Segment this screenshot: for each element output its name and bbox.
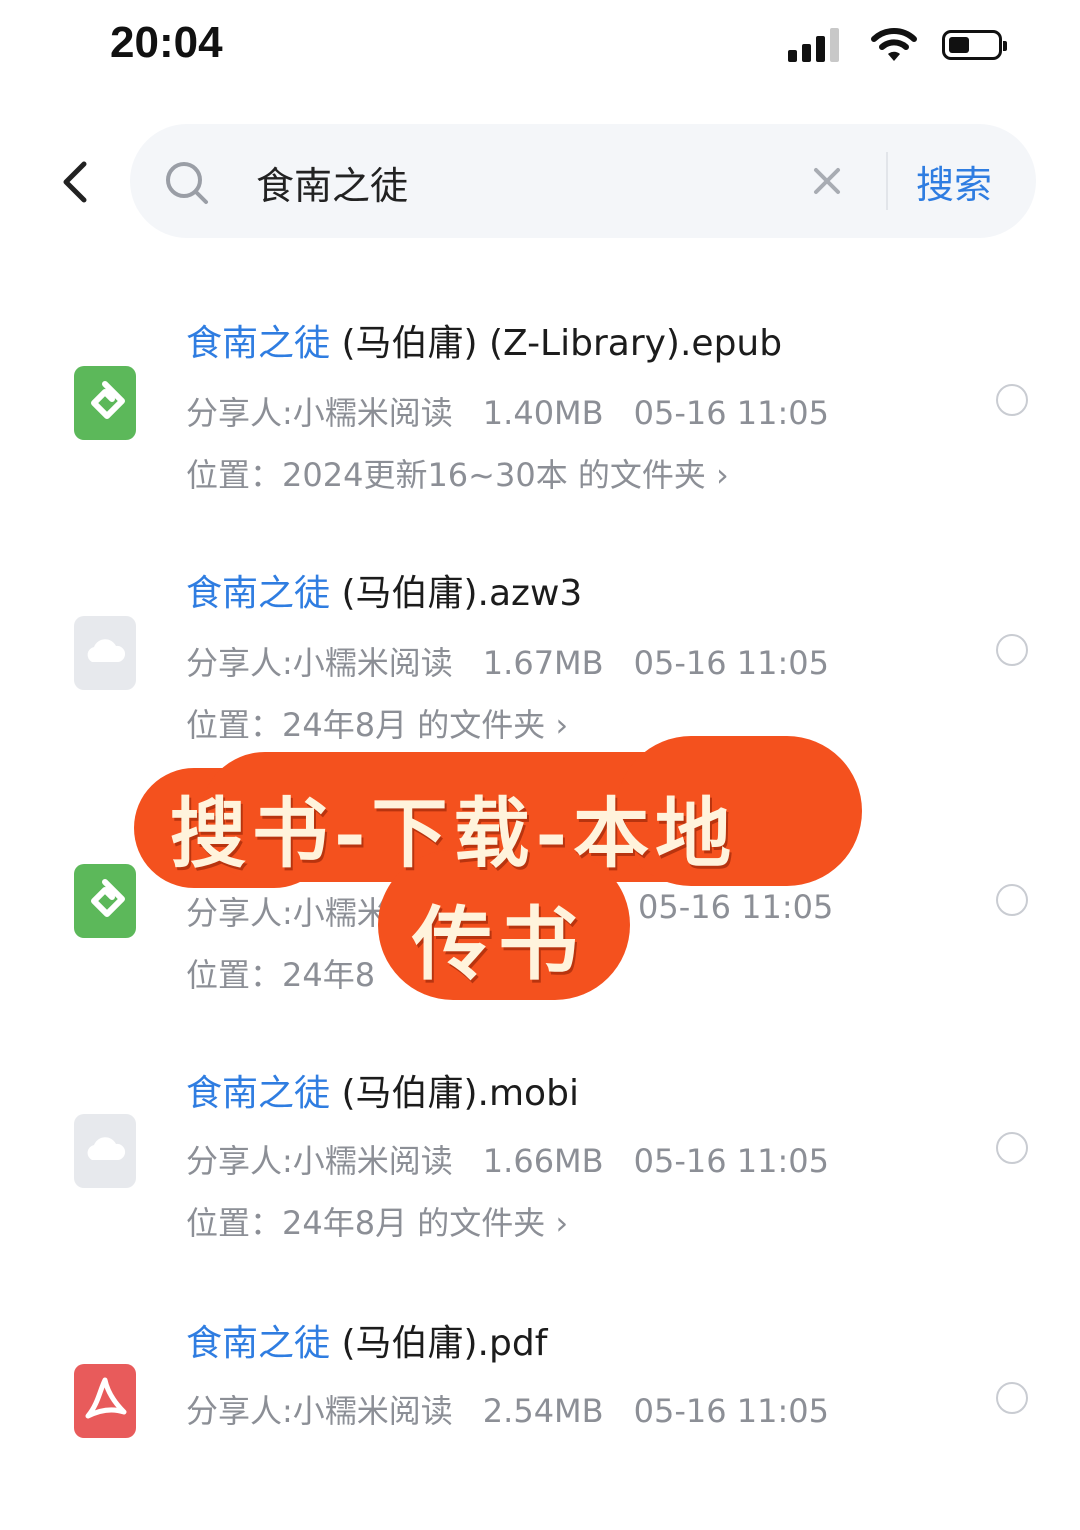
- select-radio[interactable]: [996, 634, 1028, 666]
- file-location-link[interactable]: 位置：2024更新16~30本 的文件夹 ›: [186, 450, 729, 496]
- file-title: 食南之徒 (马伯庸).azw3: [186, 573, 583, 614]
- select-radio[interactable]: [996, 1382, 1028, 1414]
- cloud-file-icon: [74, 616, 136, 690]
- epub-file-icon: [74, 864, 136, 938]
- select-radio[interactable]: [996, 1132, 1028, 1164]
- search-icon: [166, 162, 208, 204]
- file-meta: 分享人:小糯米阅读 1.66MB 05-16 11:05: [186, 1142, 829, 1180]
- cloud-file-icon: [74, 1114, 136, 1188]
- file-location-link[interactable]: 位置：24年8月 的文件夹 ›: [186, 1198, 568, 1244]
- epub-file-icon: [74, 366, 136, 440]
- file-meta: 分享人:小糯米阅读 1.67MB 05-16 11:05: [186, 644, 829, 682]
- result-row[interactable]: 分享人:小糯米 05-16 11:05 位置：24年8: [0, 800, 1080, 1030]
- back-button[interactable]: [50, 150, 100, 214]
- result-row[interactable]: 食南之徒 (马伯庸) (Z-Library).epub 分享人:小糯米阅读 1.4…: [0, 300, 1080, 530]
- select-radio[interactable]: [996, 384, 1028, 416]
- file-location-link[interactable]: 位置：24年8: [186, 950, 375, 996]
- select-radio[interactable]: [996, 884, 1028, 916]
- result-row[interactable]: 食南之徒 (马伯庸).azw3 分享人:小糯米阅读 1.67MB 05-16 11:…: [0, 550, 1080, 780]
- result-row[interactable]: 食南之徒 (马伯庸).pdf 分享人:小糯米阅读 2.54MB 05-16 11:0…: [0, 1300, 1080, 1530]
- file-location-link[interactable]: 位置：24年8月 的文件夹 ›: [186, 700, 568, 746]
- file-meta: 分享人:小糯米阅读 1.40MB 05-16 11:05: [186, 394, 829, 432]
- pdf-file-icon: [74, 1364, 136, 1438]
- file-meta: 分享人:小糯米阅读 2.54MB 05-16 11:05: [186, 1392, 829, 1430]
- wifi-icon: [871, 28, 917, 61]
- file-title: 食南之徒 (马伯庸).mobi: [186, 1073, 579, 1114]
- signal-icon: [788, 26, 844, 62]
- result-row[interactable]: 食南之徒 (马伯庸).mobi 分享人:小糯米阅读 1.66MB 05-16 11:…: [0, 1050, 1080, 1280]
- clear-icon[interactable]: [810, 164, 844, 198]
- file-title: 食南之徒 (马伯庸).pdf: [186, 1323, 548, 1364]
- battery-icon: [942, 30, 1007, 60]
- file-title: 食南之徒 (马伯庸) (Z-Library).epub: [186, 323, 783, 364]
- search-input[interactable]: [254, 152, 798, 212]
- divider: [886, 152, 888, 210]
- file-meta: 分享人:小糯米 05-16 11:05: [186, 888, 834, 932]
- search-bar: 搜索: [130, 124, 1036, 238]
- status-time: 20:04: [110, 18, 223, 67]
- search-button[interactable]: 搜索: [916, 154, 992, 209]
